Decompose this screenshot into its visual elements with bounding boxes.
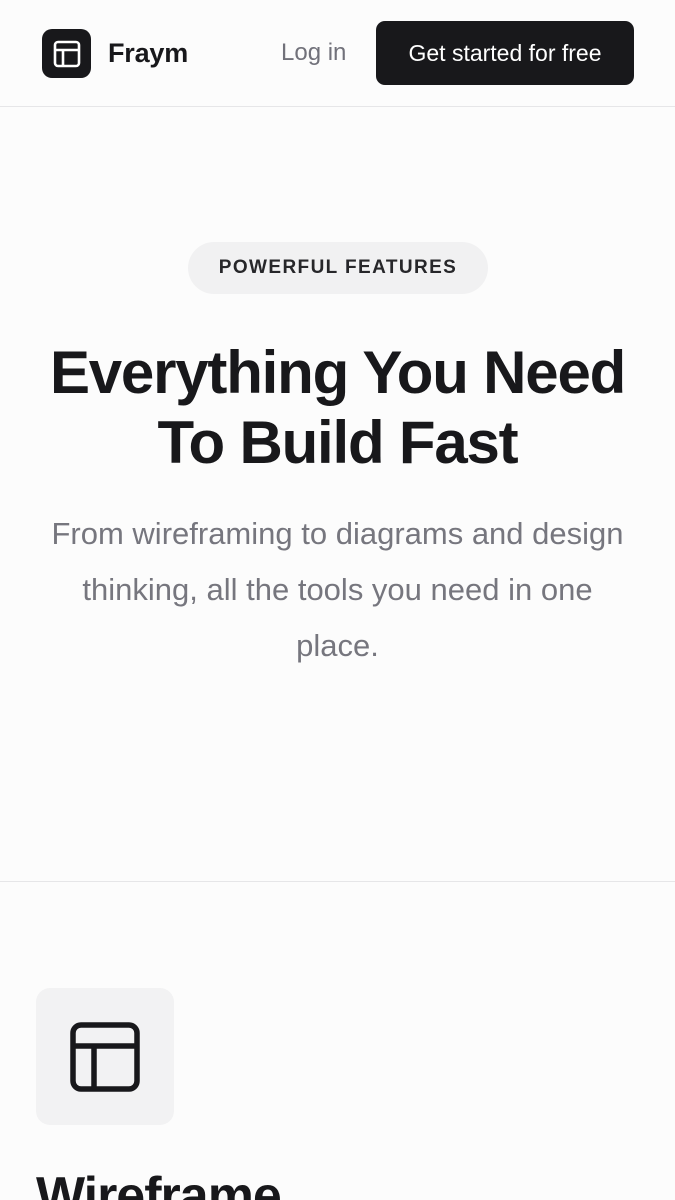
layout-icon	[42, 29, 91, 78]
site-header: Fraym Log in Get started for free	[0, 0, 675, 107]
feature-title: Wireframe	[36, 1167, 282, 1200]
hero-subtitle: From wireframing to diagrams and design …	[51, 516, 624, 663]
hero-section: POWERFUL FEATURES Everything You Need To…	[0, 108, 675, 882]
layout-icon	[36, 988, 174, 1125]
brand-name: Fraym	[108, 38, 189, 68]
hero-title-line-2: To Build Fast	[157, 409, 519, 476]
landing-page: Fraym Log in Get started for free POWERF…	[0, 0, 675, 1200]
hero-title: Everything You Need To Build Fast	[20, 338, 655, 478]
hero-title-line-1: Everything You Need	[49, 339, 626, 406]
features-badge: POWERFUL FEATURES	[188, 242, 488, 294]
brand-logo-link[interactable]: Fraym	[42, 29, 188, 78]
get-started-button[interactable]: Get started for free	[376, 21, 634, 85]
login-link[interactable]: Log in	[281, 37, 346, 69]
